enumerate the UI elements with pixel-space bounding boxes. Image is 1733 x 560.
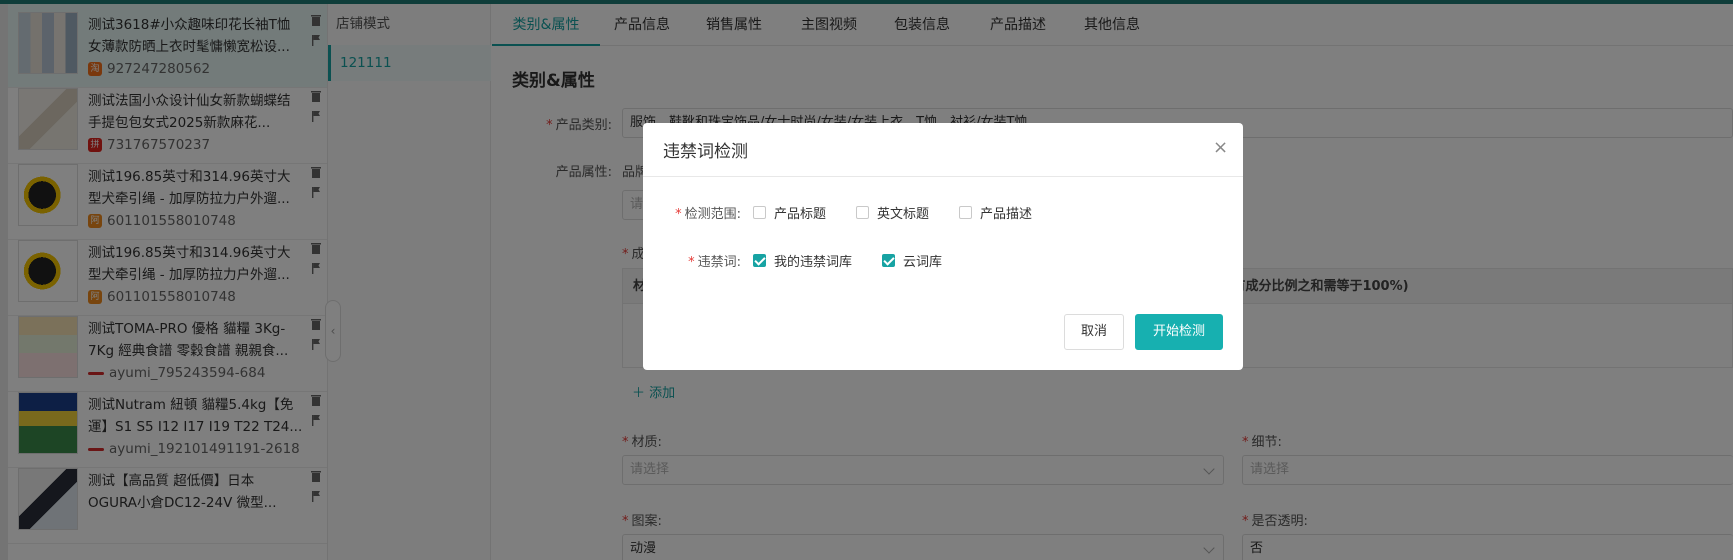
checkbox-checked[interactable]: [882, 253, 896, 267]
start-check-button[interactable]: 开始检测: [1135, 314, 1223, 350]
prohibited-words-dialog: 违禁词检测 × * 检测范围: 产品标题 英文标题 产品描述 * 违禁词: 我的违禁…: [643, 123, 1243, 370]
words-option-my-library[interactable]: 我的违禁词库: [753, 251, 852, 270]
dialog-divider: [643, 176, 1243, 177]
dialog-title: 违禁词检测: [663, 142, 748, 162]
scope-option-description[interactable]: 产品描述: [959, 203, 1032, 222]
words-option-cloud-library[interactable]: 云词库: [882, 251, 942, 270]
checkbox[interactable]: [959, 205, 973, 219]
checkbox[interactable]: [856, 205, 870, 219]
close-icon[interactable]: ×: [1213, 137, 1228, 158]
checkbox[interactable]: [753, 205, 766, 219]
scope-row: * 检测范围: 产品标题 英文标题 产品描述: [663, 201, 1062, 223]
words-label: * 违禁词:: [688, 254, 741, 270]
checkbox-checked[interactable]: [753, 253, 766, 267]
cancel-button[interactable]: 取消: [1064, 314, 1124, 350]
words-row: * 违禁词: 我的违禁词库 云词库: [663, 249, 972, 271]
scope-label: * 检测范围:: [675, 206, 741, 222]
scope-option-title[interactable]: 产品标题: [753, 203, 826, 222]
scope-option-english-title[interactable]: 英文标题: [856, 203, 929, 222]
